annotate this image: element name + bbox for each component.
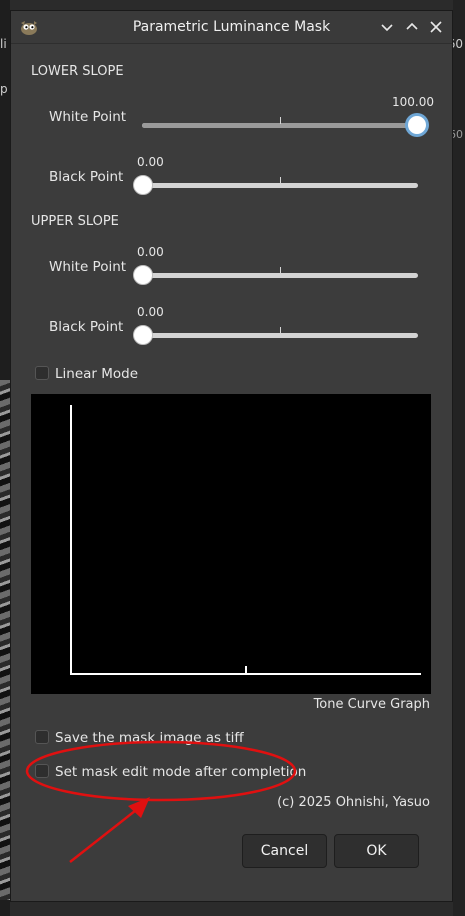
parametric-luminance-mask-dialog: Parametric Luminance Mask LOWER SLOPE Wh… xyxy=(10,10,453,902)
lower-white-point-value: 100.00 xyxy=(392,95,434,109)
linear-mode-label[interactable]: Linear Mode xyxy=(55,366,138,382)
upper-black-point-label: Black Point xyxy=(49,319,124,335)
lower-black-point-slider[interactable] xyxy=(133,175,418,195)
slider-handle[interactable] xyxy=(133,325,153,345)
save-tiff-checkbox[interactable] xyxy=(35,730,49,744)
linear-mode-checkbox[interactable] xyxy=(35,366,49,380)
upper-white-point-slider[interactable] xyxy=(133,265,418,285)
save-tiff-label[interactable]: Save the mask image as tiff xyxy=(55,730,244,746)
slider-handle[interactable] xyxy=(133,175,153,195)
slider-handle[interactable] xyxy=(133,265,153,285)
upper-black-point-slider[interactable] xyxy=(133,325,418,345)
background-photo xyxy=(0,380,10,900)
chevron-up-icon[interactable] xyxy=(402,17,422,37)
upper-black-point-value: 0.00 xyxy=(137,305,164,319)
close-icon[interactable] xyxy=(426,17,446,37)
ok-button[interactable]: OK xyxy=(334,834,419,868)
tone-curve-graph-caption: Tone Curve Graph xyxy=(313,697,430,712)
slider-midpoint-tick xyxy=(280,117,281,124)
lower-black-point-label: Black Point xyxy=(49,169,124,185)
slider-handle[interactable] xyxy=(407,115,427,135)
tone-curve-axes xyxy=(70,405,421,675)
background-text: li xyxy=(0,37,7,51)
lower-black-point-value: 0.00 xyxy=(137,155,164,169)
lower-slope-heading: LOWER SLOPE xyxy=(31,64,124,79)
upper-slope-heading: UPPER SLOPE xyxy=(31,214,119,229)
cancel-button[interactable]: Cancel xyxy=(242,834,327,868)
tone-curve-graph xyxy=(31,394,431,694)
mask-edit-mode-checkbox[interactable] xyxy=(35,764,49,778)
mask-edit-mode-label[interactable]: Set mask edit mode after completion xyxy=(55,764,306,780)
lower-white-point-slider[interactable] xyxy=(142,115,427,135)
upper-white-point-label: White Point xyxy=(49,259,127,275)
background-text: p xyxy=(0,82,8,96)
lower-white-point-label: White Point xyxy=(49,109,127,125)
slider-midpoint-tick xyxy=(280,177,281,184)
copyright-text: (c) 2025 Ohnishi, Yasuo xyxy=(277,795,430,810)
slider-midpoint-tick xyxy=(280,327,281,334)
chevron-down-icon[interactable] xyxy=(377,17,397,37)
upper-white-point-value: 0.00 xyxy=(137,245,164,259)
slider-midpoint-tick xyxy=(280,267,281,274)
title-bar[interactable]: Parametric Luminance Mask xyxy=(11,11,452,44)
